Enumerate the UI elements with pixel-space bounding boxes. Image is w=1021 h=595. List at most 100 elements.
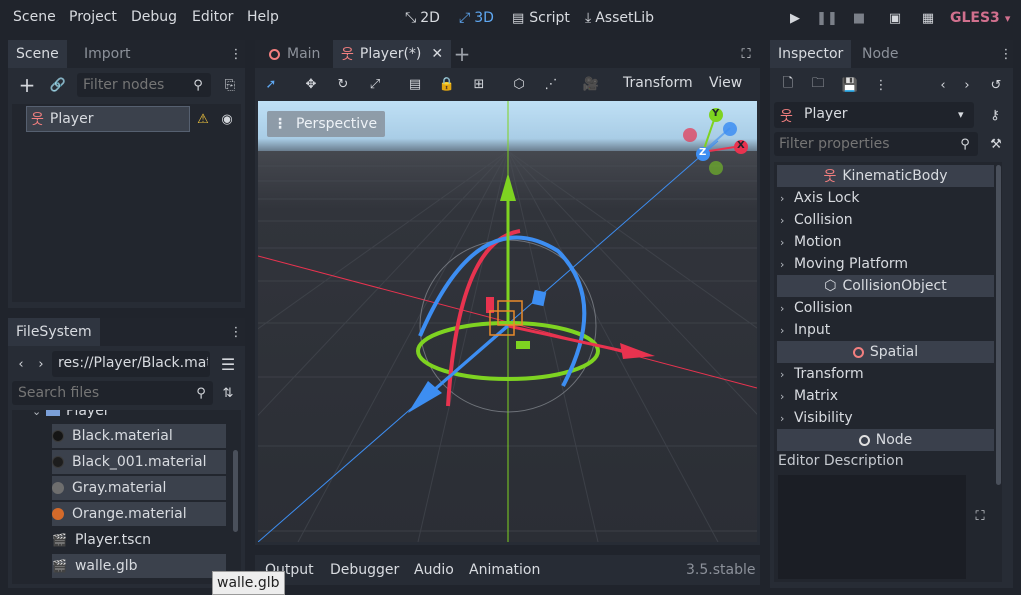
menu-help[interactable]: Help — [247, 9, 279, 25]
pause-icon[interactable]: ❚❚ — [816, 9, 838, 27]
file-scrollbar[interactable] — [233, 450, 238, 532]
group-icon[interactable]: ⊞ — [469, 74, 489, 94]
new-resource-icon[interactable]: 🗋 — [778, 75, 798, 95]
back-icon[interactable]: ‹ — [14, 354, 28, 374]
history-back-icon[interactable]: ‹ — [936, 75, 950, 95]
search-files-field[interactable]: ⚲ — [12, 381, 213, 405]
tab-main[interactable]: Main — [261, 40, 328, 68]
property-motion[interactable]: › Motion — [780, 231, 841, 253]
file-row-black-001[interactable]: Black_001.material — [52, 450, 226, 474]
play-icon[interactable]: ▶ — [786, 9, 804, 27]
close-icon[interactable]: ✕ — [431, 46, 443, 62]
3d-icon: ⤢ — [459, 10, 471, 26]
file-row-gray[interactable]: Gray.material — [52, 476, 226, 500]
tab-audio[interactable]: Audio — [414, 562, 454, 578]
tab-player[interactable]: 웃 Player(*) ✕ — [333, 40, 452, 68]
transform-menu[interactable]: Transform — [623, 75, 693, 91]
property-matrix[interactable]: › Matrix — [780, 385, 838, 407]
dock-menu-icon[interactable]: ⋮ — [230, 45, 243, 63]
snap-icon[interactable]: ⋰ — [541, 74, 561, 94]
inspector-scrollbar[interactable] — [996, 165, 1001, 485]
local-space-icon[interactable]: ⬡ — [509, 74, 529, 94]
menu-scene[interactable]: Scene — [13, 9, 56, 25]
property-moving-platform[interactable]: › Moving Platform — [780, 253, 908, 275]
property-visibility[interactable]: › Visibility — [780, 407, 853, 429]
add-node-icon[interactable]: + — [17, 73, 37, 97]
move-mode-icon[interactable]: ✥ — [301, 74, 321, 94]
tab-debugger[interactable]: Debugger — [330, 562, 399, 578]
property-collision[interactable]: › Collision — [780, 209, 853, 231]
viewport-scene[interactable] — [258, 101, 757, 542]
tools-icon[interactable]: ⚒ — [986, 134, 1006, 154]
gizmo-x-label: X — [737, 140, 745, 151]
scale-mode-icon[interactable]: ⤢ — [365, 74, 385, 94]
file-row-orange[interactable]: Orange.material — [52, 502, 226, 526]
view-menu[interactable]: View — [709, 75, 742, 91]
path-field[interactable]: res://Player/Black.mat — [52, 351, 210, 377]
sort-icon[interactable]: ⇅ — [218, 383, 238, 403]
workspace-3d-button[interactable]: ⤢ 3D — [459, 7, 494, 29]
filter-nodes-field[interactable]: ⚲ — [77, 73, 211, 97]
fullscreen-icon[interactable]: ⛶ — [736, 44, 756, 64]
warning-icon[interactable]: ⚠ — [194, 110, 212, 128]
tab-node[interactable]: Node — [854, 40, 907, 68]
workspace-assetlib-button[interactable]: ⤓ AssetLib — [585, 7, 654, 29]
search-files-input[interactable] — [18, 384, 178, 402]
property-transform[interactable]: › Transform — [780, 363, 864, 385]
expand-icon[interactable]: ⛶ — [970, 506, 990, 526]
rotate-mode-icon[interactable]: ↻ — [333, 74, 353, 94]
filter-properties-input[interactable] — [779, 135, 949, 153]
play-scene-icon[interactable]: ▣ — [885, 9, 905, 27]
tree-item-player[interactable]: 웃 Player — [26, 106, 190, 132]
scene-dock: Scene Import ⋮ + 🔗 ⚲ ⎘ 웃 Player ⚠ ◉ — [8, 40, 245, 308]
workspace-2d-button[interactable]: ⤡ 2D — [405, 7, 440, 29]
section-kinematic-body: 웃 KinematicBody — [777, 165, 994, 187]
object-options-icon[interactable]: ⚷ — [984, 105, 1006, 125]
editor-description-textarea[interactable] — [778, 475, 966, 579]
instance-scene-icon[interactable]: ⎘ — [220, 75, 240, 95]
forward-icon[interactable]: › — [34, 354, 48, 374]
filter-properties-field[interactable]: ⚲ — [774, 132, 978, 156]
more-icon[interactable]: ⋮ — [874, 75, 888, 95]
camera-icon[interactable]: 🎥 — [581, 74, 601, 94]
folder-row[interactable]: ⌄ Player — [32, 410, 110, 422]
file-row-walle-glb[interactable]: 🎬 walle.glb — [52, 554, 226, 578]
history-forward-icon[interactable]: › — [960, 75, 974, 95]
dock-menu-icon[interactable]: ⋮ — [1000, 45, 1013, 63]
chevron-right-icon: › — [780, 323, 785, 337]
material-sphere-icon — [52, 430, 64, 442]
file-row-black[interactable]: Black.material — [52, 424, 226, 448]
stop-icon[interactable]: ■ — [850, 9, 868, 27]
add-tab-icon[interactable]: + — [452, 42, 472, 66]
menu-editor[interactable]: Editor — [192, 9, 233, 25]
visibility-eye-icon[interactable]: ◉ — [218, 110, 236, 128]
tab-inspector[interactable]: Inspector — [770, 40, 852, 68]
tab-import[interactable]: Import — [76, 40, 138, 68]
tab-scene[interactable]: Scene — [8, 40, 67, 68]
filter-nodes-input[interactable] — [83, 76, 183, 94]
workspace-script-button[interactable]: ▤ Script — [512, 7, 570, 29]
dock-menu-icon[interactable]: ⋮ — [230, 323, 243, 341]
renderer-select[interactable]: GLES3 ▾ — [950, 7, 1010, 29]
link-icon[interactable]: 🔗 — [48, 75, 68, 95]
lock-icon[interactable]: 🔒 — [437, 74, 457, 94]
property-collision-object-collision[interactable]: › Collision — [780, 297, 853, 319]
tab-filesystem[interactable]: FileSystem — [8, 318, 100, 346]
chevron-right-icon: › — [780, 235, 785, 249]
perspective-button[interactable]: ⋮ Perspective — [267, 111, 386, 137]
file-row-player-tscn[interactable]: 🎬 Player.tscn — [52, 528, 226, 552]
menu-project[interactable]: Project — [69, 9, 117, 25]
3d-viewport[interactable]: Y X Z ⋮ Perspective — [258, 101, 757, 542]
save-icon[interactable]: 💾 — [840, 75, 860, 95]
split-view-icon[interactable]: ☰ — [218, 354, 238, 374]
open-folder-icon[interactable]: 🗀 — [808, 75, 828, 95]
history-icon[interactable]: ↺ — [986, 75, 1006, 95]
property-axis-lock[interactable]: › Axis Lock — [780, 187, 859, 209]
play-custom-scene-icon[interactable]: ▦ — [918, 9, 938, 27]
menu-debug[interactable]: Debug — [131, 9, 177, 25]
select-mode-icon[interactable]: ➚ — [261, 74, 281, 94]
object-select[interactable]: 웃 Player ▾ — [774, 102, 974, 128]
list-select-icon[interactable]: ▤ — [405, 74, 425, 94]
tab-animation[interactable]: Animation — [469, 562, 540, 578]
property-input[interactable]: › Input — [780, 319, 830, 341]
